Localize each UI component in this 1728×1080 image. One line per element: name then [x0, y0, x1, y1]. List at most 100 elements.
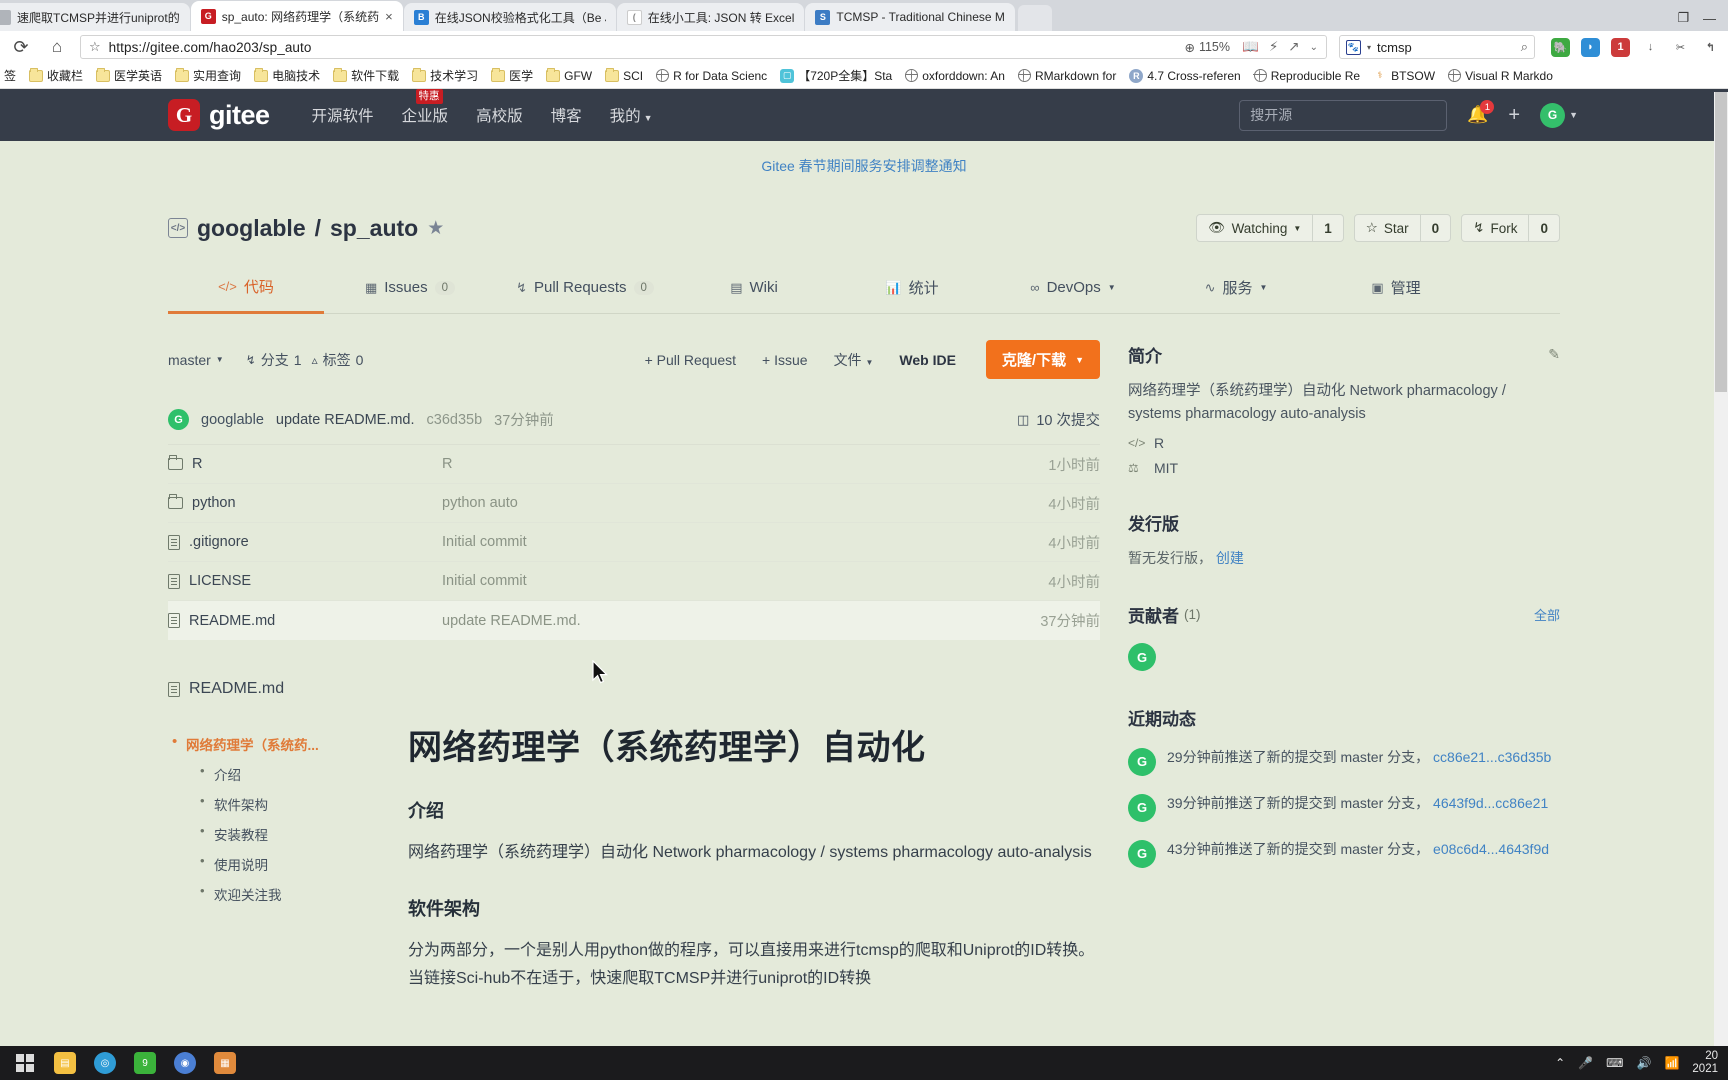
bookmark-item[interactable]: GFW [541, 67, 597, 85]
avatar[interactable]: G [1128, 643, 1156, 672]
evernote-icon[interactable]: 🐘 [1551, 37, 1570, 57]
commit-message[interactable]: update README.md. [276, 412, 415, 428]
toc-link[interactable]: 欢迎关注我 [214, 888, 282, 903]
notifications-bell-icon[interactable]: 🔔 1 [1467, 100, 1495, 125]
file-name-cell[interactable]: .gitignore [168, 534, 442, 550]
search-engine-caret-icon[interactable]: ▾ [1367, 43, 1371, 52]
commit-count-link[interactable]: ◫ 10 次提交 [1017, 409, 1100, 430]
tab-manage[interactable]: ▣ 管理 [1316, 264, 1476, 313]
toc-item[interactable]: 软件架构 [196, 793, 382, 814]
media-icon[interactable]: ◉ [168, 1048, 202, 1078]
chevron-up-icon[interactable]: ⌃ [1555, 1056, 1565, 1070]
star-count[interactable]: 0 [1419, 215, 1451, 241]
app-icon[interactable]: ▦ [208, 1048, 242, 1078]
bookmark-item[interactable]: 技术学习 [407, 65, 483, 86]
tab-stats[interactable]: 📊 统计 [834, 264, 990, 313]
file-name-cell[interactable]: R [168, 455, 442, 472]
bookmark-item[interactable]: ▢ 【720P全集】Sta [775, 65, 897, 86]
nav-item-education[interactable]: 高校版 [476, 104, 523, 126]
repo-license[interactable]: MIT [1154, 460, 1178, 476]
address-bar[interactable]: ☆ https://gitee.com/hao203/sp_auto ⊕ 115… [80, 35, 1327, 59]
repo-name-link[interactable]: sp_auto [330, 215, 418, 242]
browser-tab[interactable]: 速爬取TCMSP并进行uniprot的 [0, 3, 190, 31]
contributors-all-link[interactable]: 全部 [1534, 605, 1560, 624]
toc-link[interactable]: 介绍 [214, 768, 241, 783]
bookmark-item[interactable]: 收藏栏 [24, 65, 88, 86]
table-row[interactable]: .gitignore Initial commit 4小时前 [168, 523, 1100, 562]
branch-selector[interactable]: master ▼ [168, 352, 224, 368]
baidu-icon[interactable]: 🐾 [1346, 39, 1361, 55]
create-new-plus-icon[interactable]: + [1508, 104, 1520, 127]
table-row[interactable]: python python auto 4小时前 [168, 484, 1100, 523]
home-icon[interactable]: ⌂ [44, 34, 70, 60]
bookmark-item[interactable]: Visual R Markdo [1443, 67, 1558, 85]
browser-icon[interactable]: ◎ [88, 1048, 122, 1078]
nav-item-opensource[interactable]: 开源软件 [312, 104, 374, 126]
file-name-cell[interactable]: README.md [168, 613, 442, 629]
download-icon[interactable]: ↓ [1641, 38, 1660, 57]
nav-item-enterprise[interactable]: 特惠 企业版 [402, 89, 448, 126]
scissors-icon[interactable]: ✂ [1671, 38, 1690, 57]
table-row[interactable]: README.md update README.md. 37分钟前 [168, 601, 1100, 640]
bookmark-item[interactable]: RMarkdown for [1013, 67, 1121, 85]
toc-link[interactable]: 使用说明 [214, 858, 268, 873]
zoom-indicator[interactable]: ⊕ 115% [1184, 40, 1230, 55]
windows-start-icon[interactable] [8, 1048, 42, 1078]
commit-author[interactable]: googlable [201, 412, 264, 428]
browser-tab[interactable]: B 在线JSON校验格式化工具（Be J [403, 3, 616, 31]
nav-item-mine[interactable]: 我的 ▼ [610, 104, 653, 126]
tab-pull-requests[interactable]: ↯ Pull Requests 0 [496, 264, 674, 313]
fork-button[interactable]: ↯ Fork [1462, 215, 1528, 241]
bookmark-item[interactable]: Reproducible Re [1249, 67, 1365, 85]
bookmark-item[interactable]: 签 [4, 65, 21, 86]
star-button-group[interactable]: ☆ Star 0 [1353, 214, 1452, 242]
pocket-icon[interactable]: ◗ [1581, 37, 1600, 57]
undo-icon[interactable]: ↰ [1701, 38, 1720, 57]
volume-icon[interactable]: 🔊 [1637, 1056, 1652, 1070]
nav-item-blog[interactable]: 博客 [551, 104, 582, 126]
bookmark-item[interactable]: 软件下载 [328, 65, 404, 86]
tab-close-icon[interactable]: × [385, 9, 393, 24]
network-icon[interactable]: 📶 [1664, 1056, 1679, 1070]
notes-icon[interactable]: 1 [1611, 37, 1630, 57]
new-issue-button[interactable]: + Issue [762, 352, 808, 368]
tab-issues[interactable]: ▦ Issues 0 [324, 264, 496, 313]
repo-language[interactable]: R [1154, 435, 1164, 451]
table-row[interactable]: R R 1小时前 [168, 445, 1100, 484]
fork-button-group[interactable]: ↯ Fork 0 [1461, 214, 1560, 242]
file-name-cell[interactable]: LICENSE [168, 573, 442, 589]
tab-devops[interactable]: ∞ DevOps ▼ [990, 264, 1156, 313]
activity-commit-link[interactable]: e08c6d4...4643f9d [1433, 841, 1549, 857]
reload-icon[interactable]: ⟳ [8, 34, 34, 60]
watch-count[interactable]: 1 [1312, 215, 1343, 241]
toc-link[interactable]: 安装教程 [214, 828, 268, 843]
fork-count[interactable]: 0 [1528, 215, 1559, 241]
bookmark-item[interactable]: ⚕ BTSOW [1368, 67, 1440, 85]
web-ide-button[interactable]: Web IDE [899, 352, 956, 368]
avatar[interactable]: G [1128, 748, 1156, 777]
watch-button[interactable]: 👁 Watching ▼ [1197, 215, 1312, 241]
clone-download-button[interactable]: 克隆/下载 ▼ [985, 340, 1100, 379]
activity-commit-link[interactable]: 4643f9d...cc86e21 [1433, 795, 1548, 811]
edit-icon[interactable]: ✎ [1548, 346, 1560, 363]
star-button[interactable]: ☆ Star [1355, 215, 1420, 241]
user-avatar-menu[interactable]: G ▼ [1540, 102, 1578, 128]
page-scrollbar[interactable] [1714, 92, 1728, 1046]
tab-services[interactable]: ∿ 服务 ▼ [1156, 264, 1316, 313]
file-name-cell[interactable]: python [168, 494, 442, 511]
files-menu[interactable]: 文件 ▼ [834, 350, 874, 370]
toc-item[interactable]: 使用说明 [196, 853, 382, 874]
bookmark-item[interactable]: 医学英语 [91, 65, 167, 86]
lightning-icon[interactable]: ⚡ [1269, 39, 1278, 55]
restore-window-button[interactable]: ❐ [1677, 10, 1689, 26]
new-pull-request-button[interactable]: + Pull Request [645, 352, 736, 368]
chevron-down-icon[interactable]: ⌄ [1310, 42, 1318, 53]
browser-tab[interactable]: ( 在线小工具: JSON 转 Excel [616, 3, 805, 31]
file-explorer-icon[interactable]: ▤ [48, 1048, 82, 1078]
bookmark-item[interactable]: 医学 [486, 65, 538, 86]
taskbar-clock[interactable]: 20 2021 [1692, 1050, 1720, 1076]
toc-item[interactable]: 网络药理学（系统药... 介绍 软件架构 安装教程 使用说明 欢迎关注我 [168, 733, 382, 904]
browser-tab-active[interactable]: G sp_auto: 网络药理学（系统药理 × [190, 1, 403, 31]
tab-code[interactable]: </> 代码 [168, 264, 324, 314]
bookmark-item[interactable]: oxforddown: An [900, 67, 1010, 85]
